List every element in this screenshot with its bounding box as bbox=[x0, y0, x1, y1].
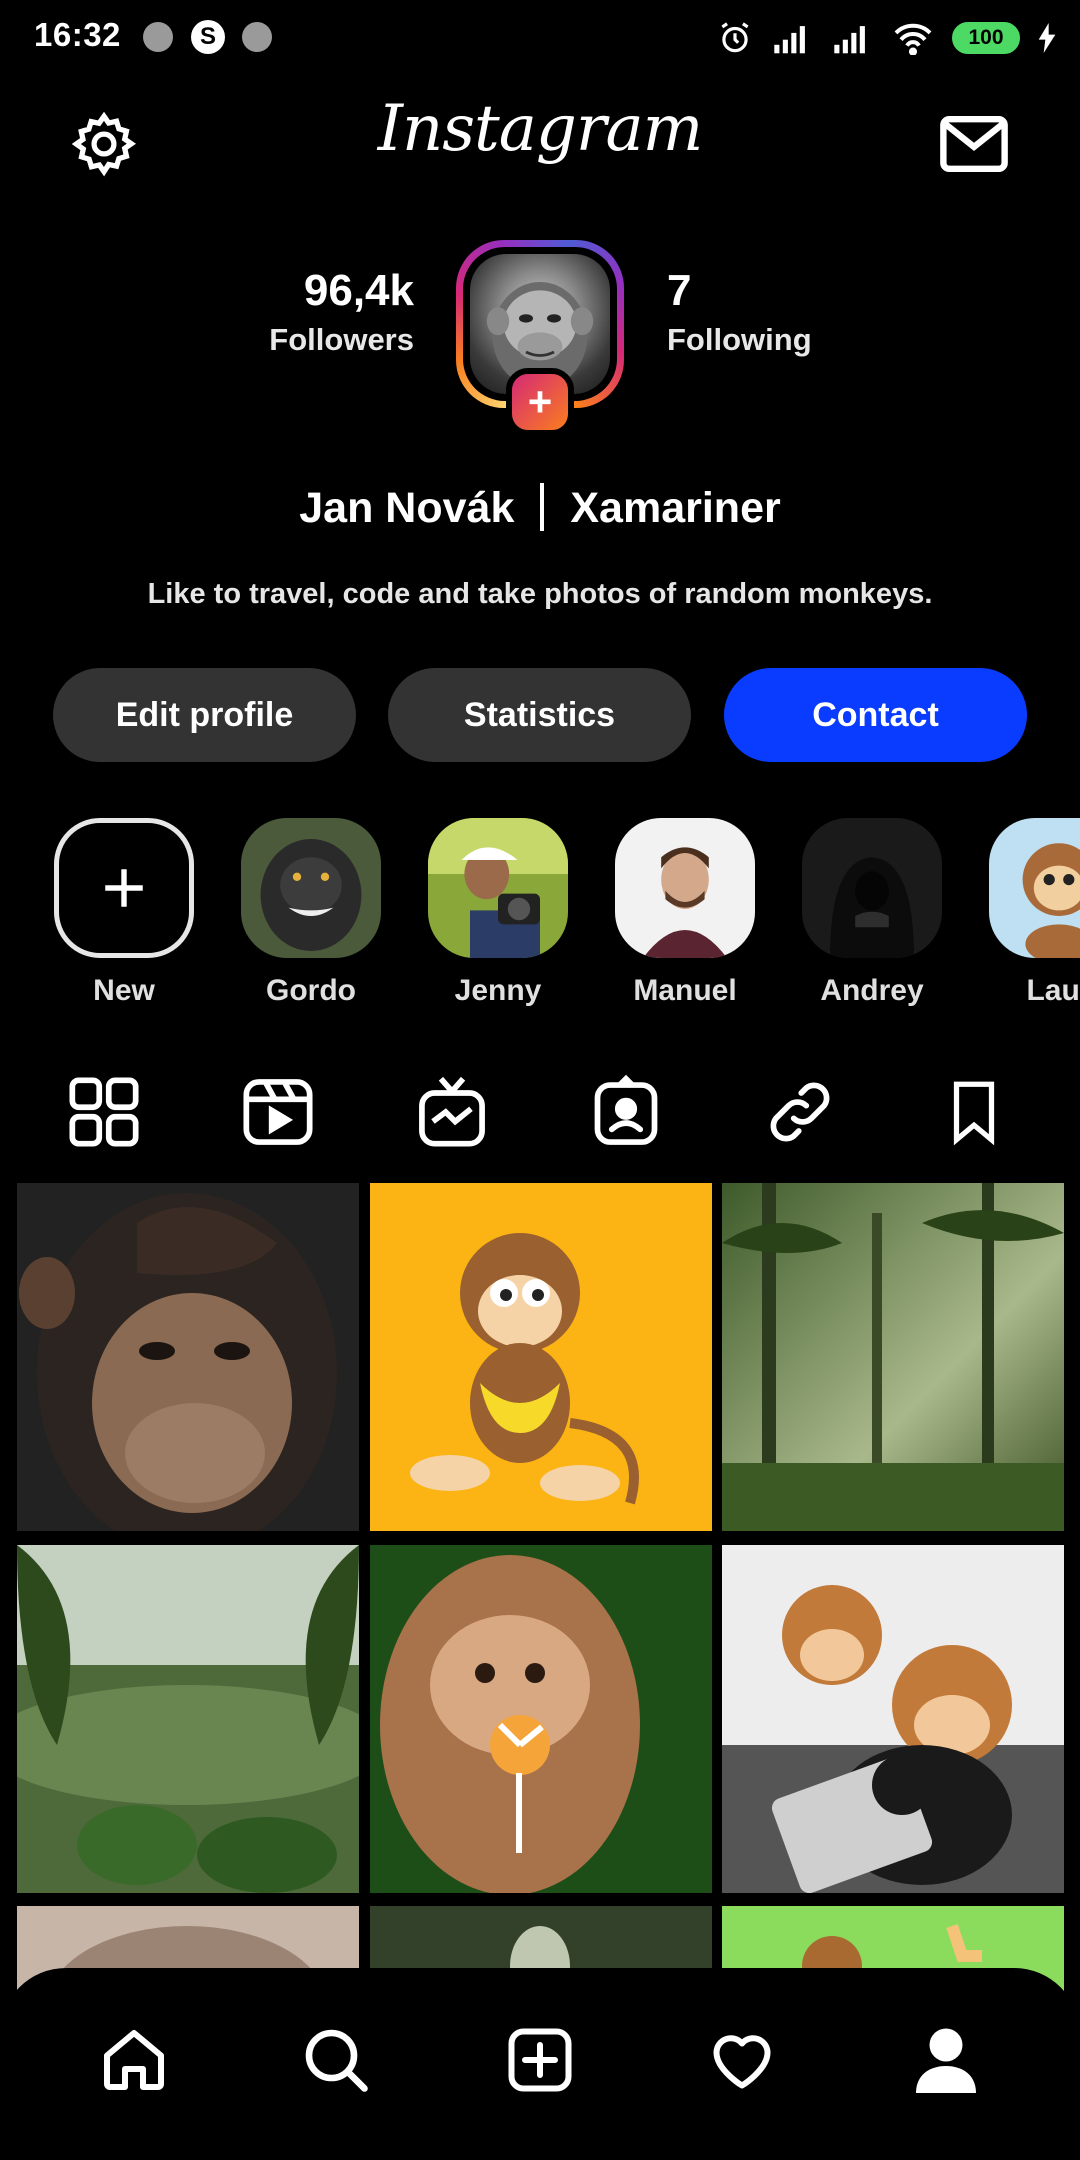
messages-button[interactable] bbox=[934, 104, 1014, 184]
highlight-image bbox=[241, 818, 381, 958]
followers-label: Followers bbox=[269, 322, 414, 357]
highlight-image bbox=[989, 818, 1080, 958]
bookmark-icon bbox=[953, 1081, 995, 1146]
following-stat[interactable]: 7 Following bbox=[667, 266, 812, 358]
tagged-icon bbox=[594, 1074, 658, 1145]
instagram-logo: Instagram bbox=[377, 92, 704, 166]
post-thumbnail[interactable] bbox=[722, 1183, 1064, 1531]
nav-home[interactable] bbox=[94, 2020, 174, 2100]
notification-icon bbox=[242, 22, 272, 52]
following-label: Following bbox=[667, 322, 812, 357]
profile-icon bbox=[916, 2028, 976, 2093]
highlight-label: Andrey bbox=[820, 974, 924, 1007]
signal-icon bbox=[774, 26, 805, 54]
home-icon bbox=[104, 2030, 164, 2090]
highlight-label: Manuel bbox=[633, 974, 737, 1007]
alarm-icon bbox=[721, 22, 749, 53]
tab-tagged[interactable] bbox=[586, 1072, 666, 1152]
post-thumbnail[interactable] bbox=[370, 1545, 712, 1893]
statistics-button[interactable]: Statistics bbox=[388, 668, 691, 762]
followers-stat[interactable]: 96,4k Followers bbox=[269, 266, 414, 358]
mail-icon bbox=[940, 116, 1008, 172]
igtv-icon bbox=[419, 1076, 485, 1147]
following-count: 7 bbox=[667, 266, 692, 315]
highlight-new[interactable]: New bbox=[50, 818, 198, 1008]
tab-grid[interactable] bbox=[64, 1072, 144, 1152]
link-icon bbox=[770, 1082, 830, 1142]
wifi-icon bbox=[894, 23, 932, 55]
post-thumbnail[interactable] bbox=[722, 1545, 1064, 1893]
profile-name: Jan Novák bbox=[299, 484, 515, 532]
signal-icon bbox=[834, 26, 865, 54]
tab-links[interactable] bbox=[760, 1072, 840, 1152]
highlight-laur[interactable]: Laur bbox=[985, 818, 1080, 1008]
contact-button[interactable]: Contact bbox=[724, 668, 1027, 762]
tab-igtv[interactable] bbox=[412, 1072, 492, 1152]
nav-search[interactable] bbox=[296, 2020, 376, 2100]
tab-reels[interactable] bbox=[238, 1072, 318, 1152]
highlight-label: Jenny bbox=[454, 974, 542, 1007]
highlight-jenny[interactable]: Jenny bbox=[424, 818, 572, 1008]
highlight-manuel[interactable]: Manuel bbox=[611, 818, 759, 1008]
profile-name-line: Jan Novák Xamariner bbox=[0, 482, 1080, 535]
followers-count: 96,4k bbox=[303, 266, 414, 315]
notification-s-icon: S bbox=[191, 20, 225, 54]
charging-icon bbox=[1038, 23, 1056, 53]
name-divider bbox=[540, 482, 545, 531]
highlight-label: New bbox=[93, 974, 155, 1007]
add-highlight bbox=[54, 818, 194, 958]
notification-icon bbox=[143, 22, 173, 52]
profile-role: Xamariner bbox=[570, 484, 781, 532]
status-bar: 16:32 S 100 bbox=[0, 0, 1080, 76]
tab-saved[interactable] bbox=[934, 1072, 1014, 1152]
search-icon bbox=[305, 2029, 368, 2092]
reels-icon bbox=[243, 1079, 313, 1145]
highlight-andrey[interactable]: Andrey bbox=[798, 818, 946, 1008]
highlight-image bbox=[802, 818, 942, 958]
add-post-icon bbox=[508, 2028, 572, 2092]
post-thumbnail[interactable] bbox=[370, 1183, 712, 1531]
grid-icon bbox=[69, 1077, 139, 1147]
highlight-image bbox=[428, 818, 568, 958]
highlight-label: Gordo bbox=[266, 974, 356, 1007]
post-thumbnail[interactable] bbox=[17, 1545, 359, 1893]
highlight-image bbox=[615, 818, 755, 958]
nav-add-post[interactable] bbox=[500, 2020, 580, 2100]
battery-icon: 100 bbox=[952, 22, 1020, 54]
post-thumbnail[interactable] bbox=[17, 1183, 359, 1531]
highlight-gordo[interactable]: Gordo bbox=[237, 818, 385, 1008]
profile-bio: Like to travel, code and take photos of … bbox=[147, 578, 933, 610]
plus-icon bbox=[105, 869, 143, 907]
nav-profile[interactable] bbox=[906, 2020, 986, 2100]
highlight-label: Laur bbox=[1026, 974, 1080, 1007]
nav-activity[interactable] bbox=[702, 2020, 782, 2100]
add-story-button[interactable]: + bbox=[506, 368, 574, 436]
edit-profile-button[interactable]: Edit profile bbox=[53, 668, 356, 762]
heart-icon bbox=[713, 2035, 771, 2089]
status-time: 16:32 bbox=[34, 16, 121, 53]
